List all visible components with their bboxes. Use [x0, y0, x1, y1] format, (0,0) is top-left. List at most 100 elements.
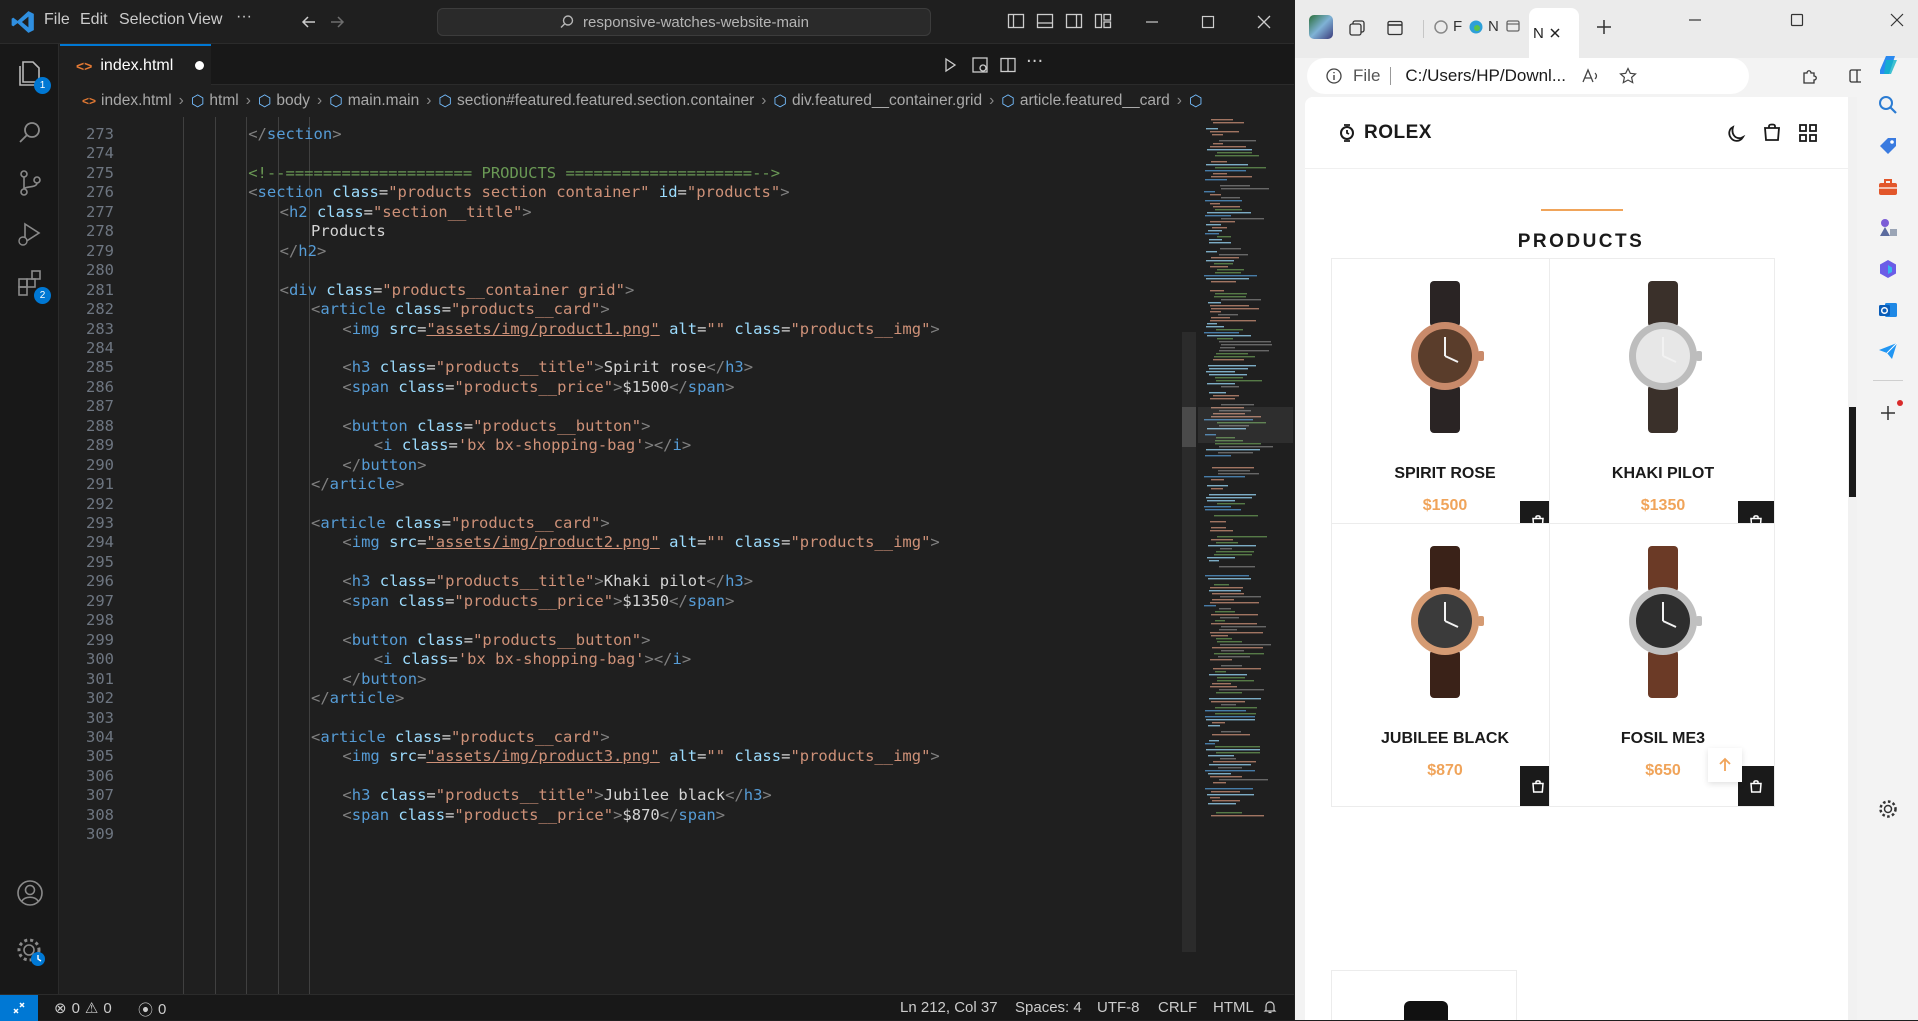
search-icon[interactable] — [11, 114, 49, 152]
browser-maximize-icon[interactable] — [1787, 10, 1807, 30]
product-card-partial[interactable] — [1331, 970, 1517, 1020]
minimap-viewport[interactable] — [1198, 407, 1293, 443]
workspaces-icon[interactable] — [1347, 18, 1367, 38]
code-line[interactable]: </button> — [342, 669, 426, 689]
remote-indicator[interactable] — [0, 995, 38, 1021]
code-line[interactable]: <article class="products__card"> — [311, 299, 610, 319]
ports-indicator[interactable]: ⦿ 0 — [138, 999, 166, 1020]
address-url[interactable]: C:/Users/HP/Downl... — [1405, 66, 1566, 86]
add-to-cart-button[interactable] — [1738, 766, 1774, 806]
browser-tab-1[interactable]: F — [1433, 18, 1462, 35]
breadcrumb-item[interactable]: ⬡ article.featured__card — [1001, 92, 1169, 111]
breadcrumb-item[interactable]: ⬡ section#featured.featured.section.conta… — [438, 92, 754, 111]
info-icon[interactable] — [1325, 67, 1343, 85]
scroll-up-button[interactable] — [1708, 748, 1742, 782]
line-ending[interactable]: CRLF — [1158, 999, 1197, 1016]
minimize-icon[interactable] — [1142, 12, 1162, 32]
product-card[interactable]: SPIRIT ROSE $1500 — [1331, 258, 1557, 542]
page-scrollbar-thumb[interactable] — [1849, 407, 1856, 497]
breadcrumb-item[interactable]: ⬡ main.main — [329, 92, 419, 111]
toggle-sidebar-icon[interactable] — [1006, 11, 1026, 31]
browser-close-icon[interactable] — [1887, 10, 1907, 30]
toggle-secondary-sidebar-icon[interactable] — [1064, 11, 1084, 31]
code-line[interactable]: <button class="products__button"> — [342, 416, 650, 436]
shopping-tag-icon[interactable] — [1877, 135, 1899, 157]
code-line[interactable]: Products — [311, 221, 386, 241]
manage-gear-icon[interactable] — [11, 932, 49, 970]
accounts-icon[interactable] — [11, 874, 49, 912]
breadcrumb-item[interactable]: ⬡ html — [191, 92, 239, 111]
indentation[interactable]: Spaces: 4 — [1015, 999, 1082, 1016]
games-icon[interactable] — [1877, 217, 1899, 239]
code-line[interactable]: </button> — [342, 455, 426, 475]
encoding[interactable]: UTF-8 — [1097, 999, 1140, 1016]
shopping-bag-icon[interactable] — [1761, 121, 1783, 143]
product-card[interactable]: JUBILEE BLACK $870 — [1331, 523, 1557, 807]
menu-grid-icon[interactable] — [1797, 122, 1819, 144]
favorite-star-icon[interactable] — [1618, 66, 1638, 86]
code-line[interactable]: <img src="assets/img/product3.png" alt="… — [342, 746, 939, 766]
notifications-bell-icon[interactable] — [1262, 999, 1278, 1015]
theme-moon-icon[interactable] — [1726, 122, 1748, 144]
split-editor-icon[interactable] — [998, 55, 1018, 75]
customize-layout-icon[interactable] — [1093, 11, 1113, 31]
sidebar-settings-gear-icon[interactable] — [1877, 798, 1899, 820]
code-line[interactable]: <span class="products__price">$870</span… — [342, 805, 725, 825]
sidebar-search-icon[interactable] — [1877, 94, 1899, 116]
code-line[interactable]: <span class="products__price">$1350</spa… — [342, 591, 734, 611]
breadcrumb-item[interactable]: ⬡ body — [258, 92, 310, 111]
code-line[interactable]: </article> — [311, 688, 404, 708]
more-actions-icon[interactable]: ··· — [1026, 51, 1043, 72]
copilot-icon[interactable] — [1875, 52, 1901, 78]
maximize-icon[interactable] — [1198, 12, 1218, 32]
tools-briefcase-icon[interactable] — [1877, 176, 1899, 198]
outlook-icon[interactable] — [1877, 299, 1899, 321]
profile-avatar[interactable] — [1309, 15, 1333, 39]
new-tab-plus-icon[interactable] — [1593, 16, 1615, 38]
site-logo[interactable]: ROLEX — [1337, 122, 1432, 144]
menu-view[interactable]: View — [188, 11, 222, 29]
code-line[interactable]: <h3 class="products__title">Khaki pilot<… — [342, 571, 753, 591]
browser-tab-active[interactable]: N — [1529, 8, 1579, 58]
code-line[interactable]: <span class="products__price">$1500</spa… — [342, 377, 734, 397]
problems-indicator[interactable]: ⊗ 0 ⚠ 0 — [54, 999, 112, 1018]
product-card[interactable]: KHAKI PILOT $1350 — [1549, 258, 1775, 542]
unsaved-dot-icon[interactable] — [195, 61, 205, 70]
vscode-logo-icon[interactable] — [10, 9, 36, 35]
explorer-icon[interactable]: 1 — [11, 54, 51, 94]
menu-edit[interactable]: Edit — [80, 11, 108, 29]
read-aloud-icon[interactable] — [1580, 66, 1600, 86]
code-line[interactable]: <i class='bx bx-shopping-bag'></i> — [374, 649, 691, 669]
code-line[interactable]: <i class='bx bx-shopping-bag'></i> — [374, 435, 691, 455]
close-icon[interactable] — [1254, 12, 1274, 32]
code-line[interactable]: <section class="products section contain… — [248, 182, 789, 202]
code-line[interactable]: </section> — [248, 124, 341, 144]
menu-more[interactable]: ··· — [236, 8, 252, 26]
open-preview-icon[interactable] — [970, 55, 990, 75]
vertical-tabs-icon[interactable] — [1385, 18, 1405, 38]
add-sidebar-app-icon[interactable] — [1877, 400, 1903, 424]
toggle-panel-icon[interactable] — [1035, 11, 1055, 31]
run-debug-icon[interactable] — [11, 214, 49, 252]
browser-minimize-icon[interactable] — [1685, 10, 1705, 30]
code-line[interactable]: <button class="products__button"> — [342, 630, 650, 650]
minimap[interactable] — [1198, 117, 1293, 994]
code-line[interactable]: <h3 class="products__title">Jubilee blac… — [342, 785, 771, 805]
language-mode[interactable]: HTML — [1213, 999, 1254, 1016]
code-line[interactable]: <h3 class="products__title">Spirit rose<… — [342, 357, 753, 377]
code-line[interactable]: <h2 class="section__title"> — [280, 202, 532, 222]
microsoft-365-icon[interactable] — [1877, 258, 1899, 280]
tab-close-icon[interactable] — [1548, 26, 1562, 40]
run-icon[interactable] — [940, 55, 960, 75]
code-line[interactable]: <article class="products__card"> — [311, 513, 610, 533]
cursor-position[interactable]: Ln 212, Col 37 — [900, 999, 998, 1016]
back-arrow-icon[interactable] — [298, 11, 320, 33]
extensions-puzzle-icon[interactable] — [1800, 66, 1820, 86]
code-line[interactable]: <img src="assets/img/product1.png" alt="… — [342, 319, 939, 339]
breadcrumb-item[interactable]: ⬡ div.featured__container.grid — [773, 92, 982, 111]
menu-selection[interactable]: Selection — [119, 11, 185, 29]
menu-file[interactable]: File — [44, 11, 70, 29]
address-bar[interactable]: File C:/Users/HP/Downl... — [1307, 58, 1749, 94]
breadcrumb-item[interactable]: <> index.html — [82, 92, 172, 110]
code-line[interactable]: <!--==================== PRODUCTS ======… — [248, 163, 780, 183]
